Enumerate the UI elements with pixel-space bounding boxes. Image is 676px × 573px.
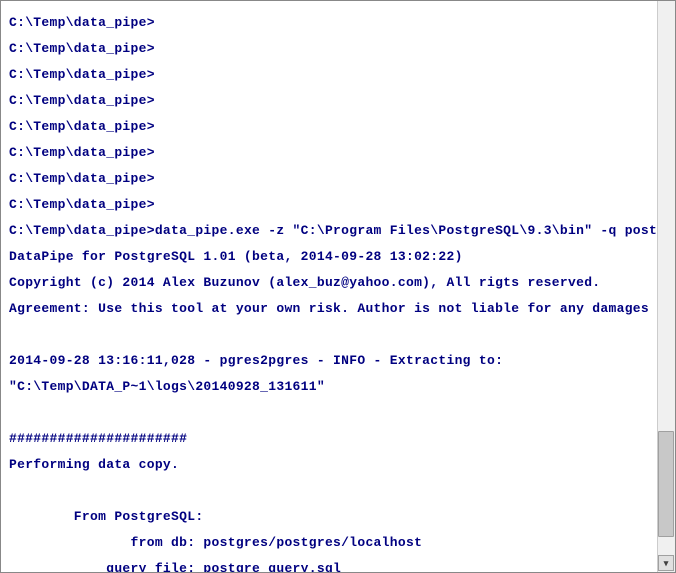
blank-line	[9, 328, 657, 341]
prompt-line: C:\Temp\data_pipe>	[9, 146, 657, 159]
prompt-line: C:\Temp\data_pipe>	[9, 42, 657, 55]
command-line: C:\Temp\data_pipe>data_pipe.exe -z "C:\P…	[9, 224, 657, 237]
prompt-line: C:\Temp\data_pipe>	[9, 16, 657, 29]
extract-path: "C:\Temp\DATA_P~1\logs\20140928_131611"	[9, 380, 657, 393]
from-queryfile: query file: postgre_query.sql	[9, 562, 657, 572]
vertical-scrollbar[interactable]: ▾	[657, 1, 675, 572]
from-header: From PostgreSQL:	[9, 510, 657, 523]
prompt-line: C:\Temp\data_pipe>	[9, 94, 657, 107]
terminal-output[interactable]: C:\Temp\data_pipe> C:\Temp\data_pipe> C:…	[1, 1, 657, 572]
banner-title: DataPipe for PostgreSQL 1.01 (beta, 2014…	[9, 250, 657, 263]
from-db: from db: postgres/postgres/localhost	[9, 536, 657, 549]
prompt-line: C:\Temp\data_pipe>	[9, 172, 657, 185]
extract-stamp: 2014-09-28 13:16:11,028 - pgres2pgres - …	[9, 354, 657, 367]
banner-agreement: Agreement: Use this tool at your own ris…	[9, 302, 657, 315]
banner-copyright: Copyright (c) 2014 Alex Buzunov (alex_bu…	[9, 276, 657, 289]
prompt-line: C:\Temp\data_pipe>	[9, 68, 657, 81]
prompt-line: C:\Temp\data_pipe>	[9, 120, 657, 133]
separator: ######################	[9, 432, 657, 445]
blank-line	[9, 406, 657, 419]
scroll-down-arrow[interactable]: ▾	[658, 555, 674, 571]
blank-line	[9, 484, 657, 497]
scroll-thumb[interactable]	[658, 431, 674, 537]
performing-label: Performing data copy.	[9, 458, 657, 471]
prompt-line: C:\Temp\data_pipe>	[9, 198, 657, 211]
